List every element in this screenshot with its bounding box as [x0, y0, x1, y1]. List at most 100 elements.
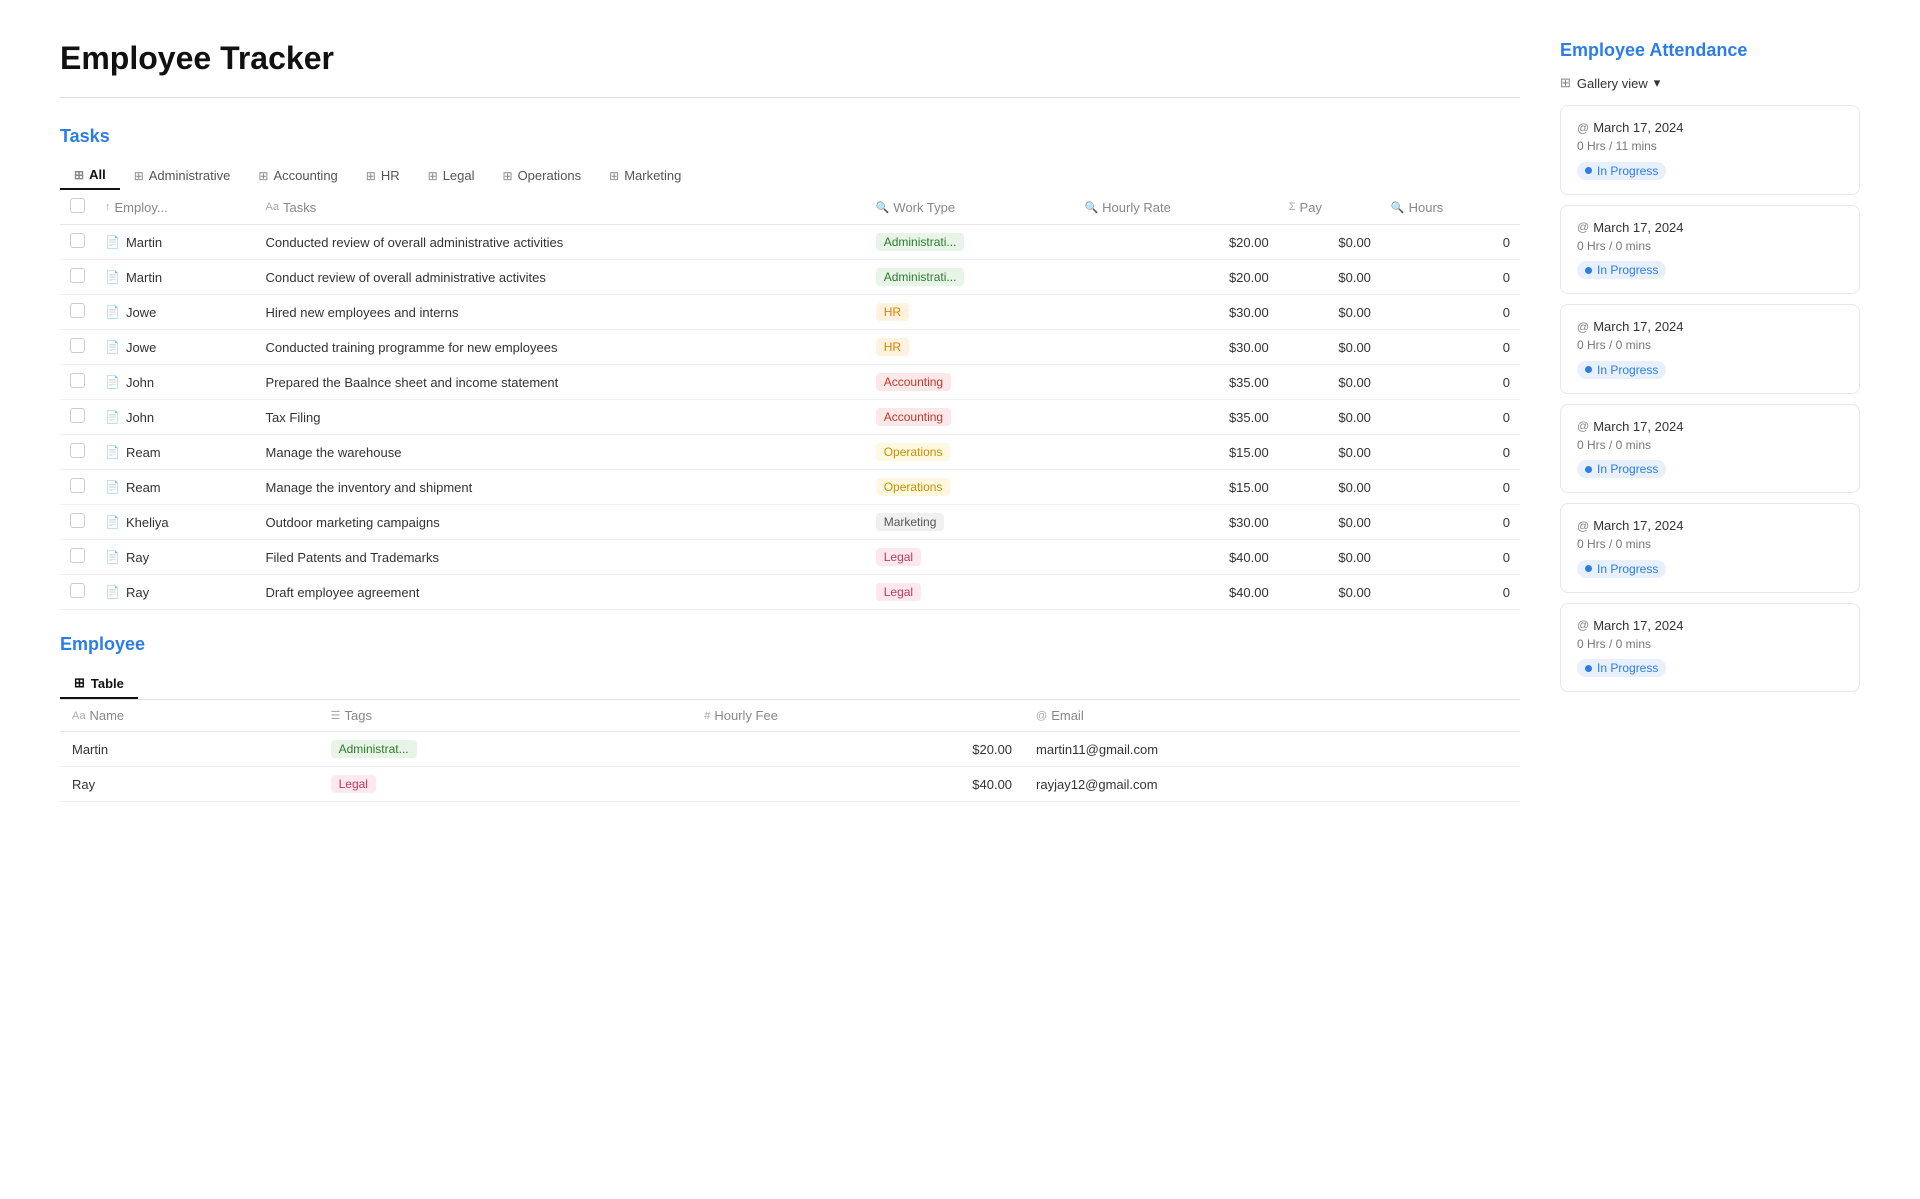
main-container: Employee Tracker Tasks ⊞ All ⊞ Administr…: [0, 0, 1920, 862]
attendance-card[interactable]: @ March 17, 2024 0 Hrs / 0 mins In Progr…: [1560, 503, 1860, 593]
th-hours: 🔍 Hours: [1381, 190, 1520, 225]
row-checkbox-cell: [60, 435, 95, 470]
emp-th-hourly-fee: # Hourly Fee: [692, 700, 1024, 732]
row-hourly-rate: $30.00: [1074, 295, 1278, 330]
date-icon: @: [1577, 121, 1589, 135]
tab-legal[interactable]: ⊞ Legal: [414, 161, 489, 190]
emp-tag-badge: Administrat...: [331, 740, 417, 758]
row-task: Hired new employees and interns: [256, 295, 866, 330]
tab-marketing-icon: ⊞: [609, 169, 619, 183]
tasks-table: ↑ Employ... Aa Tasks 🔍: [60, 190, 1520, 610]
tab-legal-icon: ⊞: [428, 169, 438, 183]
gallery-view-bar[interactable]: ⊞ Gallery view ▾: [1560, 75, 1860, 91]
row-checkbox[interactable]: [70, 548, 85, 563]
row-checkbox[interactable]: [70, 338, 85, 353]
doc-icon: 📄: [105, 550, 120, 564]
row-pay: $0.00: [1279, 400, 1381, 435]
tab-marketing[interactable]: ⊞ Marketing: [595, 161, 695, 190]
row-employee: 📄 Ray: [95, 575, 256, 610]
header-checkbox[interactable]: [70, 198, 85, 213]
attendance-card[interactable]: @ March 17, 2024 0 Hrs / 0 mins In Progr…: [1560, 404, 1860, 494]
row-checkbox[interactable]: [70, 233, 85, 248]
row-employee: 📄 John: [95, 400, 256, 435]
attendance-date: @ March 17, 2024: [1577, 518, 1843, 533]
attendance-card[interactable]: @ March 17, 2024 0 Hrs / 11 mins In Prog…: [1560, 105, 1860, 195]
list-item: Martin Administrat... $20.00 martin11@gm…: [60, 732, 1520, 767]
status-dot: [1585, 366, 1592, 373]
tab-administrative-icon: ⊞: [134, 169, 144, 183]
row-employee: 📄 John: [95, 365, 256, 400]
row-work-type: HR: [866, 295, 1075, 330]
row-work-type: HR: [866, 330, 1075, 365]
row-checkbox-cell: [60, 540, 95, 575]
row-checkbox[interactable]: [70, 268, 85, 283]
row-checkbox-cell: [60, 330, 95, 365]
status-badge: In Progress: [1577, 162, 1666, 180]
row-checkbox[interactable]: [70, 443, 85, 458]
attendance-date: @ March 17, 2024: [1577, 120, 1843, 135]
status-label: In Progress: [1597, 363, 1658, 377]
row-checkbox[interactable]: [70, 408, 85, 423]
status-label: In Progress: [1597, 462, 1658, 476]
row-checkbox-cell: [60, 260, 95, 295]
row-checkbox[interactable]: [70, 513, 85, 528]
table-tab[interactable]: ⊞ Table: [60, 669, 138, 699]
gallery-chevron-icon: ▾: [1654, 75, 1661, 91]
gallery-view-label: Gallery view: [1577, 76, 1648, 91]
tab-operations-icon: ⊞: [503, 169, 513, 183]
work-type-badge: Legal: [876, 583, 921, 601]
row-work-type: Administrati...: [866, 260, 1075, 295]
work-type-badge: HR: [876, 303, 909, 321]
attendance-time: 0 Hrs / 0 mins: [1577, 438, 1843, 452]
tab-administrative[interactable]: ⊞ Administrative: [120, 161, 245, 190]
tab-hr[interactable]: ⊞ HR: [352, 161, 414, 190]
doc-icon: 📄: [105, 235, 120, 249]
tab-accounting[interactable]: ⊞ Accounting: [244, 161, 351, 190]
row-pay: $0.00: [1279, 540, 1381, 575]
row-checkbox[interactable]: [70, 478, 85, 493]
emp-tag: Administrat...: [319, 732, 693, 767]
emp-email: martin11@gmail.com: [1024, 732, 1520, 767]
th-checkbox: [60, 190, 95, 225]
th-work-type: 🔍 Work Type: [866, 190, 1075, 225]
attendance-card[interactable]: @ March 17, 2024 0 Hrs / 0 mins In Progr…: [1560, 205, 1860, 295]
work-type-badge: HR: [876, 338, 909, 356]
status-dot: [1585, 167, 1592, 174]
row-task: Conduct review of overall administrative…: [256, 260, 866, 295]
row-hourly-rate: $40.00: [1074, 540, 1278, 575]
th-employee: ↑ Employ...: [95, 190, 256, 225]
row-checkbox-cell: [60, 575, 95, 610]
tab-operations[interactable]: ⊞ Operations: [489, 161, 596, 190]
email-col-icon: @: [1036, 710, 1047, 722]
th-tasks: Aa Tasks: [256, 190, 866, 225]
status-badge: In Progress: [1577, 460, 1666, 478]
tasks-col-icon: Aa: [266, 201, 279, 213]
row-hourly-rate: $30.00: [1074, 505, 1278, 540]
attendance-date: @ March 17, 2024: [1577, 618, 1843, 633]
status-badge: In Progress: [1577, 261, 1666, 279]
row-task: Manage the inventory and shipment: [256, 470, 866, 505]
row-checkbox[interactable]: [70, 373, 85, 388]
page-title: Employee Tracker: [60, 40, 1520, 77]
tab-accounting-icon: ⊞: [258, 169, 268, 183]
work-type-badge: Administrati...: [876, 233, 965, 251]
status-label: In Progress: [1597, 562, 1658, 576]
attendance-time: 0 Hrs / 0 mins: [1577, 637, 1843, 651]
th-pay: Σ Pay: [1279, 190, 1381, 225]
row-pay: $0.00: [1279, 260, 1381, 295]
attendance-card[interactable]: @ March 17, 2024 0 Hrs / 0 mins In Progr…: [1560, 603, 1860, 693]
tab-all[interactable]: ⊞ All: [60, 161, 120, 190]
attendance-title: Employee Attendance: [1560, 40, 1860, 61]
row-checkbox[interactable]: [70, 303, 85, 318]
attendance-time: 0 Hrs / 0 mins: [1577, 537, 1843, 551]
table-row: 📄 John Tax Filing Accounting $35.00 $0.0…: [60, 400, 1520, 435]
row-pay: $0.00: [1279, 330, 1381, 365]
row-hours: 0: [1381, 400, 1520, 435]
tags-col-icon: ☰: [331, 709, 341, 722]
attendance-card[interactable]: @ March 17, 2024 0 Hrs / 0 mins In Progr…: [1560, 304, 1860, 394]
date-icon: @: [1577, 618, 1589, 632]
status-badge: In Progress: [1577, 659, 1666, 677]
row-employee: 📄 Martin: [95, 260, 256, 295]
row-employee: 📄 Ream: [95, 470, 256, 505]
row-checkbox[interactable]: [70, 583, 85, 598]
